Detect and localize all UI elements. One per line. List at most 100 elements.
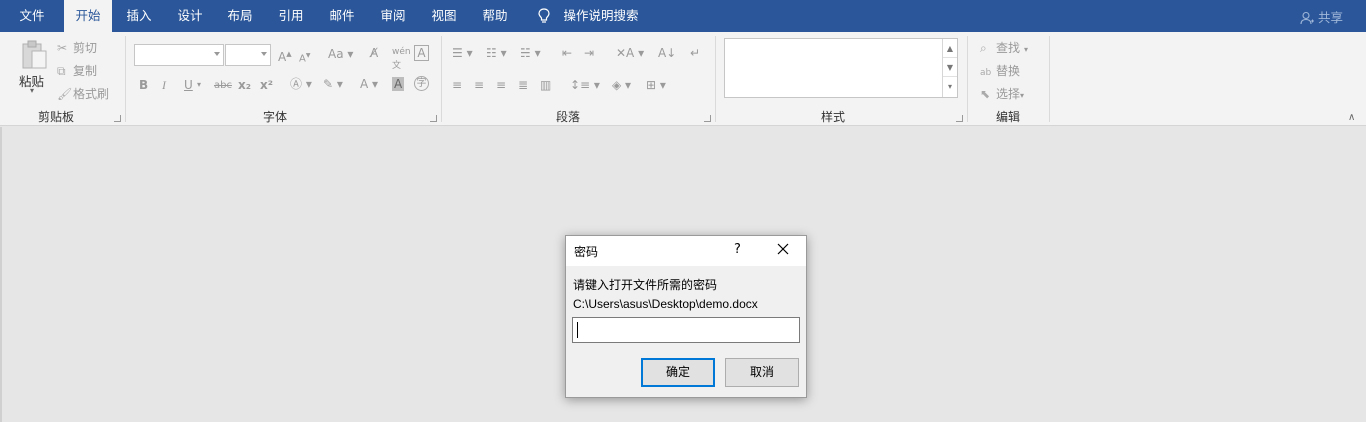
tab-review[interactable]: 审阅 xyxy=(369,0,417,32)
cursor-icon: ⬉ xyxy=(980,87,991,101)
tab-design[interactable]: 设计 xyxy=(166,0,214,32)
tab-help[interactable]: 帮助 xyxy=(471,0,519,32)
font-color-icon[interactable]: A ▾ xyxy=(360,77,378,91)
share-label: 共享 xyxy=(1317,10,1343,25)
show-marks-icon[interactable]: ↵ xyxy=(690,46,700,60)
scroll-up-icon[interactable]: ▲ xyxy=(943,39,957,58)
help-icon[interactable]: ? xyxy=(734,242,741,257)
paragraph-launcher-icon[interactable] xyxy=(704,115,711,122)
borders-icon[interactable]: ⊞ ▾ xyxy=(646,78,666,92)
text-effects-icon[interactable]: Ⓐ ▾ xyxy=(290,77,312,91)
align-right-icon[interactable]: ≡ xyxy=(496,78,506,92)
format-painter-label: 格式刷 xyxy=(73,87,110,101)
dialog-titlebar[interactable]: 密码 ? xyxy=(566,236,806,266)
tab-layout[interactable]: 布局 xyxy=(216,0,264,32)
replace-button[interactable]: ab 替换 xyxy=(980,62,1020,79)
highlight-icon[interactable]: ✎ ▾ xyxy=(323,77,343,91)
brush-icon: 🖌 xyxy=(57,87,73,101)
format-painter-button[interactable]: 🖌格式刷 xyxy=(57,85,109,102)
font-size-combo[interactable] xyxy=(225,44,271,66)
replace-icon: ab xyxy=(980,68,992,78)
password-prompt: 请键入打开文件所需的密码 xyxy=(573,278,718,292)
tab-references[interactable]: 引用 xyxy=(267,0,315,32)
character-border-icon[interactable]: A xyxy=(414,45,429,61)
gallery-scrollbar[interactable]: ▲ ▼ ▾ xyxy=(942,39,957,97)
underline-button[interactable]: U xyxy=(184,78,193,92)
close-icon[interactable] xyxy=(776,242,790,256)
copy-icon: ⧉ xyxy=(57,64,66,78)
password-input[interactable] xyxy=(572,317,800,343)
numbering-icon[interactable]: ☷ ▾ xyxy=(486,46,507,60)
find-button[interactable]: ⌕ 查找 ▾ xyxy=(980,39,1028,56)
clear-formatting-icon[interactable]: A̸ xyxy=(370,46,378,60)
character-shading-icon[interactable]: A xyxy=(392,77,405,91)
bold-button[interactable]: B xyxy=(139,78,148,92)
tab-mailings[interactable]: 邮件 xyxy=(318,0,366,32)
font-launcher-icon[interactable] xyxy=(430,115,437,122)
select-button[interactable]: ⬉ 选择▾ xyxy=(980,85,1024,102)
justify-icon[interactable]: ≣ xyxy=(518,78,528,92)
tab-insert[interactable]: 插入 xyxy=(115,0,163,32)
paragraph-group-label: 段落 xyxy=(555,110,580,124)
group-divider xyxy=(125,36,126,122)
ok-button[interactable]: 确定 xyxy=(641,358,715,387)
superscript-button[interactable]: x² xyxy=(260,78,273,92)
copy-label: 复制 xyxy=(73,64,98,78)
align-left-icon[interactable]: ≡ xyxy=(452,78,462,92)
increase-indent-icon[interactable]: ⇥ xyxy=(584,46,594,60)
text-caret xyxy=(577,322,578,338)
chevron-down-icon: ▾ xyxy=(1020,91,1025,100)
font-name-combo[interactable] xyxy=(134,44,224,66)
paste-icon xyxy=(22,40,47,69)
enclose-character-icon[interactable]: 字 xyxy=(414,76,429,91)
group-divider xyxy=(967,36,968,122)
lightbulb-icon xyxy=(538,8,550,23)
tab-file[interactable]: 文件 xyxy=(8,0,56,32)
shading-icon[interactable]: ◈ ▾ xyxy=(612,78,631,92)
gallery-more-icon[interactable]: ▾ xyxy=(943,77,957,96)
replace-label: 替换 xyxy=(996,64,1021,78)
share-button[interactable]: 共享 xyxy=(1300,7,1343,26)
clipboard-group-label: 剪贴板 xyxy=(37,110,74,124)
cut-button[interactable]: ✂ 剪切 xyxy=(57,39,97,56)
subscript-button[interactable]: x₂ xyxy=(238,78,251,92)
chevron-down-icon: ▾ xyxy=(1024,45,1029,54)
chevron-down-icon xyxy=(214,52,220,56)
styles-launcher-icon[interactable] xyxy=(956,115,963,122)
line-spacing-icon[interactable]: ↕≡ ▾ xyxy=(570,78,600,92)
tab-view[interactable]: 视图 xyxy=(420,0,468,32)
decrease-indent-icon[interactable]: ⇤ xyxy=(562,46,572,60)
copy-button[interactable]: ⧉ 复制 xyxy=(57,62,97,79)
dialog-title: 密码 xyxy=(574,245,599,259)
person-icon xyxy=(1300,11,1314,25)
chevron-down-icon[interactable]: ▾ xyxy=(197,78,201,92)
bullets-icon[interactable]: ☰ ▾ xyxy=(452,46,473,60)
multilevel-list-icon[interactable]: ☵ ▾ xyxy=(520,46,541,60)
grow-font-icon[interactable]: A▲ xyxy=(278,47,292,64)
scroll-down-icon[interactable]: ▼ xyxy=(943,58,957,77)
sort-icon[interactable]: A↓ xyxy=(658,46,676,60)
clipboard-launcher-icon[interactable] xyxy=(114,115,121,122)
distributed-icon[interactable]: ▥ xyxy=(540,78,551,92)
shrink-font-icon[interactable]: A▼ xyxy=(299,49,310,66)
group-divider xyxy=(715,36,716,122)
tab-home[interactable]: 开始 xyxy=(64,0,112,32)
collapse-ribbon-icon[interactable]: ∧ xyxy=(1348,112,1355,123)
paste-dropdown-icon[interactable]: ▾ xyxy=(30,86,34,95)
search-icon: ⌕ xyxy=(980,41,987,55)
group-divider xyxy=(441,36,442,122)
align-center-icon[interactable]: ≡ xyxy=(474,78,484,92)
styles-group-label: 样式 xyxy=(820,110,845,124)
styles-gallery[interactable]: ▲ ▼ ▾ xyxy=(724,38,958,98)
file-path: C:\Users\asus\Desktop\demo.docx xyxy=(573,297,758,311)
italic-button[interactable]: I xyxy=(162,78,166,92)
ribbon: 粘贴 ▾ ✂ 剪切 ⧉ 复制 🖌格式刷 剪贴板 A▲ A▼ Aa ▾ A̸ wén 文… xyxy=(0,32,1366,126)
chinese-layout-icon[interactable]: ✕A ▾ xyxy=(616,46,644,60)
chevron-down-icon xyxy=(261,52,267,56)
scissors-icon: ✂ xyxy=(57,41,68,55)
phonetic-guide-icon[interactable]: wén 文 xyxy=(392,45,411,73)
tell-me-search[interactable]: 操作说明搜索 xyxy=(556,0,646,32)
strikethrough-button[interactable]: abc xyxy=(214,79,232,93)
cancel-button[interactable]: 取消 xyxy=(725,358,799,387)
change-case-icon[interactable]: Aa ▾ xyxy=(328,47,353,61)
